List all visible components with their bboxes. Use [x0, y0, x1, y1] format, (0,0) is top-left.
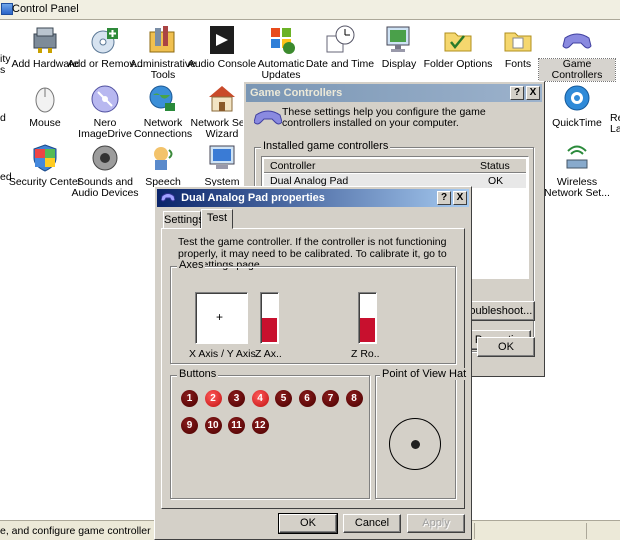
control-panel-titlebar: Control Panel [0, 0, 620, 20]
pov-hat-indicator [389, 418, 441, 470]
help-button[interactable]: ? [510, 86, 524, 100]
group-label: Axes [177, 259, 206, 271]
add-hardware-icon [29, 24, 61, 56]
window-title: Control Panel [12, 3, 79, 15]
tab-settings[interactable]: Settings [163, 211, 204, 229]
fonts-icon [502, 24, 534, 56]
joystick-button-2: 2 [204, 390, 222, 407]
joystick-button-11: 11 [228, 417, 245, 434]
z-axis-label: Z Ax.. [255, 348, 282, 360]
nero-imagedrive-icon [89, 83, 121, 115]
axes-group: Axes + X Axis / Y Axis Z Ax.. Z Ro.. [170, 259, 456, 364]
controller-properties-dialog: Dual Analog Pad properties ? X Settings … [154, 186, 472, 540]
wireless-network-setup-icon [561, 142, 593, 174]
apply-button[interactable]: Apply [407, 514, 465, 533]
xy-axis-label: X Axis / Y Axis [189, 348, 256, 360]
display-icon [383, 24, 415, 56]
status-divider [474, 523, 475, 539]
game-controllers-icon [561, 24, 593, 56]
z-rotation-bar [358, 292, 377, 344]
group-label: Point of View Hat [380, 368, 469, 380]
cp-item-quicktime[interactable]: QuickTime [539, 83, 615, 129]
dialog-titlebar: Dual Analog Pad properties ? X [157, 189, 469, 207]
joystick-button-7: 7 [322, 390, 339, 407]
date-time-icon [324, 24, 356, 56]
joystick-button-5: 5 [275, 390, 292, 407]
speech-icon [147, 142, 179, 174]
group-label: Installed game controllers [261, 140, 391, 152]
status-divider [586, 523, 587, 539]
close-button[interactable]: X [526, 86, 540, 100]
security-center-icon [29, 142, 61, 174]
audio-console-icon [206, 24, 238, 56]
xy-axis-display: + [195, 292, 248, 344]
game-controller-icon [160, 190, 176, 202]
game-controller-icon [253, 108, 283, 126]
buttons-group: Buttons 1 2 3 4 5 6 7 8 9 10 11 12 [170, 368, 370, 499]
network-connections-icon [147, 83, 179, 115]
help-button[interactable]: ? [437, 191, 451, 205]
tab-test[interactable]: Test [201, 209, 233, 229]
cp-item-game-controllers[interactable]: Game Controllers [538, 24, 616, 82]
pov-hat-center-dot [411, 440, 420, 449]
test-tab-page: Test the game controller. If the control… [161, 228, 469, 509]
ok-button[interactable]: OK [278, 513, 338, 534]
cancel-button[interactable]: Cancel [343, 514, 401, 533]
joystick-button-12: 12 [251, 417, 269, 434]
column-header-status[interactable]: Status [480, 160, 510, 172]
joystick-button-10: 10 [204, 417, 222, 434]
z-axis-bar [260, 292, 279, 344]
dialog-intro-text: These settings help you configure the ga… [282, 106, 486, 129]
game-controllers-ok-button[interactable]: OK [477, 337, 535, 357]
folder-options-icon [442, 24, 474, 56]
joystick-button-3: 3 [228, 390, 245, 407]
joystick-button-8: 8 [345, 390, 363, 407]
cp-item-wireless-network-setup[interactable]: Wireless Network Set... [539, 142, 615, 199]
dialog-title: Dual Analog Pad properties [181, 192, 325, 204]
cut-off-item-label[interactable]: d [0, 113, 6, 124]
mouse-icon [29, 83, 61, 115]
troubleshoot-button[interactable]: roubleshoot... [463, 301, 535, 321]
dialog-title: Game Controllers [250, 87, 343, 99]
joystick-button-1: 1 [181, 390, 198, 407]
cp-item-label: Game Controllers [538, 58, 616, 82]
controller-status: OK [488, 175, 504, 187]
quicktime-icon [561, 83, 593, 115]
joystick-button-9: 9 [181, 417, 198, 434]
z-axis-level [262, 318, 277, 342]
close-button[interactable]: X [453, 191, 467, 205]
cp-item-label: QuickTime [552, 117, 602, 129]
pov-hat-group: Point of View Hat [375, 368, 469, 499]
sounds-audio-icon [89, 142, 121, 174]
z-rotation-level [360, 318, 375, 342]
administrative-tools-icon [147, 24, 179, 56]
system-icon [206, 142, 238, 174]
z-rotation-label: Z Ro.. [351, 348, 380, 360]
network-setup-wizard-icon [206, 83, 238, 115]
column-header-controller[interactable]: Controller [270, 160, 316, 172]
xy-crosshair: + [216, 310, 224, 324]
joystick-button-6: 6 [298, 390, 316, 407]
group-label: Buttons [177, 368, 219, 380]
joystick-button-4: 4 [251, 390, 269, 407]
cp-item-label: Wireless Network Set... [544, 176, 610, 199]
add-remove-programs-icon [89, 24, 121, 56]
list-header: Controller Status [264, 159, 526, 173]
automatic-updates-icon [265, 24, 297, 56]
dialog-titlebar: Game Controllers ? X [246, 84, 542, 102]
